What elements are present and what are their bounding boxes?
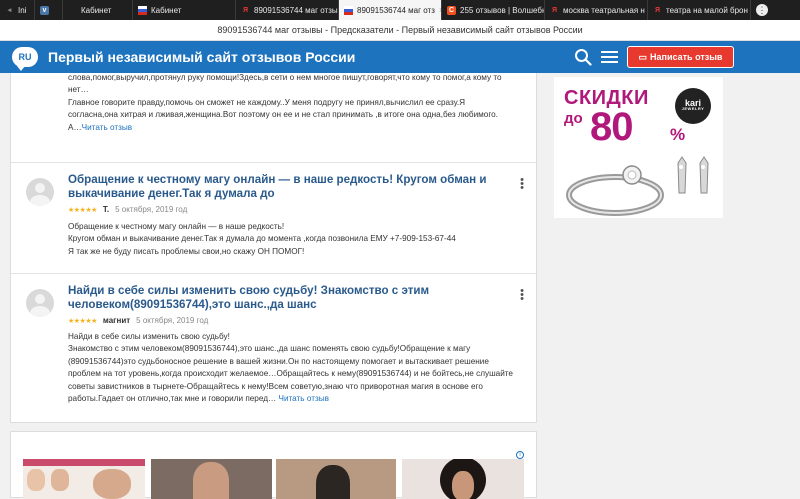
write-review-label: Написать отзыв bbox=[650, 52, 723, 62]
browser-tab[interactable]: Я 89091536744 маг отзы bbox=[236, 0, 339, 20]
tab-label: 255 отзывов | Волшебн bbox=[460, 5, 545, 15]
yandex-icon: Я bbox=[551, 6, 558, 14]
ad-image[interactable] bbox=[402, 459, 524, 499]
ad-image-strip bbox=[23, 459, 145, 466]
person-image bbox=[193, 462, 229, 499]
review-date: 5 октября, 2019 год bbox=[136, 316, 209, 325]
ad-image[interactable] bbox=[151, 459, 272, 499]
tab-label: Кабинет bbox=[151, 5, 182, 15]
review-card: Обращение к честному магу онлайн — в наш… bbox=[11, 163, 536, 274]
face-image bbox=[51, 469, 69, 491]
review-card: Найди в себе силы изменить свою судьбу! … bbox=[11, 274, 536, 423]
review-card: слова,помог,выручил,протянул руку помощи… bbox=[11, 73, 536, 163]
review-title[interactable]: Обращение к честному магу онлайн — в наш… bbox=[68, 173, 508, 201]
review-text: Найди в себе силы изменить свою судьбу! … bbox=[68, 331, 516, 405]
comment-icon: ▭ bbox=[638, 51, 648, 62]
review-author[interactable]: магнит bbox=[103, 316, 130, 325]
flag-icon bbox=[344, 5, 353, 15]
tab-label: Ini bbox=[18, 5, 27, 15]
hamburger-menu-icon[interactable] bbox=[601, 49, 618, 65]
ad-info-icon[interactable]: i bbox=[516, 451, 524, 459]
more-options-icon[interactable]: • • • bbox=[520, 286, 524, 305]
tab-page-icon bbox=[68, 6, 77, 15]
ad-image[interactable] bbox=[23, 459, 145, 499]
review-meta: ★★★★★ Т. 5 октября, 2019 год bbox=[68, 205, 187, 214]
more-options-icon[interactable]: • • • bbox=[520, 175, 524, 194]
browser-tab[interactable]: Я театра на малой брон bbox=[648, 0, 751, 20]
avatar[interactable] bbox=[26, 289, 54, 317]
banner-amount: 80 bbox=[590, 105, 633, 149]
face-image bbox=[452, 471, 474, 499]
review-body: слова,помог,выручил,протянул руку помощи… bbox=[68, 73, 502, 132]
banner-percent: % bbox=[670, 125, 686, 144]
browser-tab[interactable]: Кабинет bbox=[63, 0, 133, 20]
face-image bbox=[27, 469, 45, 491]
write-review-button[interactable]: ▭ Написать отзыв bbox=[627, 46, 734, 68]
review-text: Обращение к честному магу онлайн — в наш… bbox=[68, 222, 456, 256]
tab-label: Кабинет bbox=[81, 5, 112, 15]
avatar[interactable] bbox=[26, 178, 54, 206]
review-text: слова,помог,выручил,протянул руку помощи… bbox=[68, 72, 516, 134]
browser-tab[interactable]: Я москва театральная н bbox=[545, 0, 648, 20]
tab-label: москва театральная н bbox=[563, 5, 645, 15]
read-review-link[interactable]: Читать отзыв bbox=[278, 394, 328, 403]
vk-icon: v bbox=[40, 5, 49, 15]
brand-subtitle: JEWELRY bbox=[681, 106, 705, 111]
yandex-icon: Я bbox=[654, 6, 661, 14]
tab-label: театра на малой брон bbox=[666, 5, 748, 15]
ad-banner[interactable]: СКИДКИ до 80 % kari JEWELRY bbox=[554, 77, 723, 218]
browser-tab-active[interactable]: 89091536744 маг отз × bbox=[339, 0, 442, 20]
person-image bbox=[316, 465, 350, 499]
browser-menu-icon[interactable]: ⋮ bbox=[756, 4, 768, 16]
face-image bbox=[93, 469, 131, 499]
window-title: 89091536744 маг отзывы - Предсказатели -… bbox=[0, 20, 800, 41]
banner-prefix: до bbox=[564, 110, 583, 127]
flag-icon bbox=[138, 5, 147, 15]
search-icon[interactable] bbox=[574, 48, 592, 66]
site-logo[interactable]: RU bbox=[12, 47, 38, 71]
brand-logo: kari JEWELRY bbox=[675, 88, 711, 124]
site-c-icon: C bbox=[447, 5, 456, 15]
ad-block: i bbox=[10, 431, 537, 499]
pause-icon: ◂ bbox=[7, 7, 12, 14]
browser-tab[interactable]: v bbox=[35, 0, 63, 20]
jewelry-image bbox=[566, 156, 709, 216]
browser-tab[interactable]: Кабинет bbox=[133, 0, 236, 20]
review-author[interactable]: Т. bbox=[103, 205, 109, 214]
rating-stars: ★★★★★ bbox=[68, 206, 97, 214]
site-header: RU Первый независимый сайт отзывов Росси… bbox=[0, 41, 800, 73]
review-title[interactable]: Найди в себе силы изменить свою судьбу! … bbox=[68, 284, 508, 312]
browser-tab[interactable]: C 255 отзывов | Волшебн bbox=[442, 0, 545, 20]
browser-tab[interactable]: ◂ Ini bbox=[0, 0, 35, 20]
review-date: 5 октября, 2019 год bbox=[115, 205, 188, 214]
tab-label: 89091536744 маг отз bbox=[357, 5, 435, 15]
ad-image[interactable] bbox=[276, 459, 396, 499]
reviews-list: слова,помог,выручил,протянул руку помощи… bbox=[10, 73, 537, 423]
browser-tab-bar: ◂ Ini v Кабинет Кабинет Я 89091536744 ма… bbox=[0, 0, 800, 20]
tab-label: 89091536744 маг отзы bbox=[254, 5, 338, 15]
rating-stars: ★★★★★ bbox=[68, 317, 97, 325]
yandex-icon: Я bbox=[242, 6, 249, 14]
read-review-link[interactable]: Читать отзыв bbox=[82, 123, 132, 132]
review-body: Найди в себе силы изменить свою судьбу! … bbox=[68, 332, 513, 404]
site-title[interactable]: Первый независимый сайт отзывов России bbox=[48, 49, 355, 65]
review-meta: ★★★★★ магнит 5 октября, 2019 год bbox=[68, 316, 208, 325]
